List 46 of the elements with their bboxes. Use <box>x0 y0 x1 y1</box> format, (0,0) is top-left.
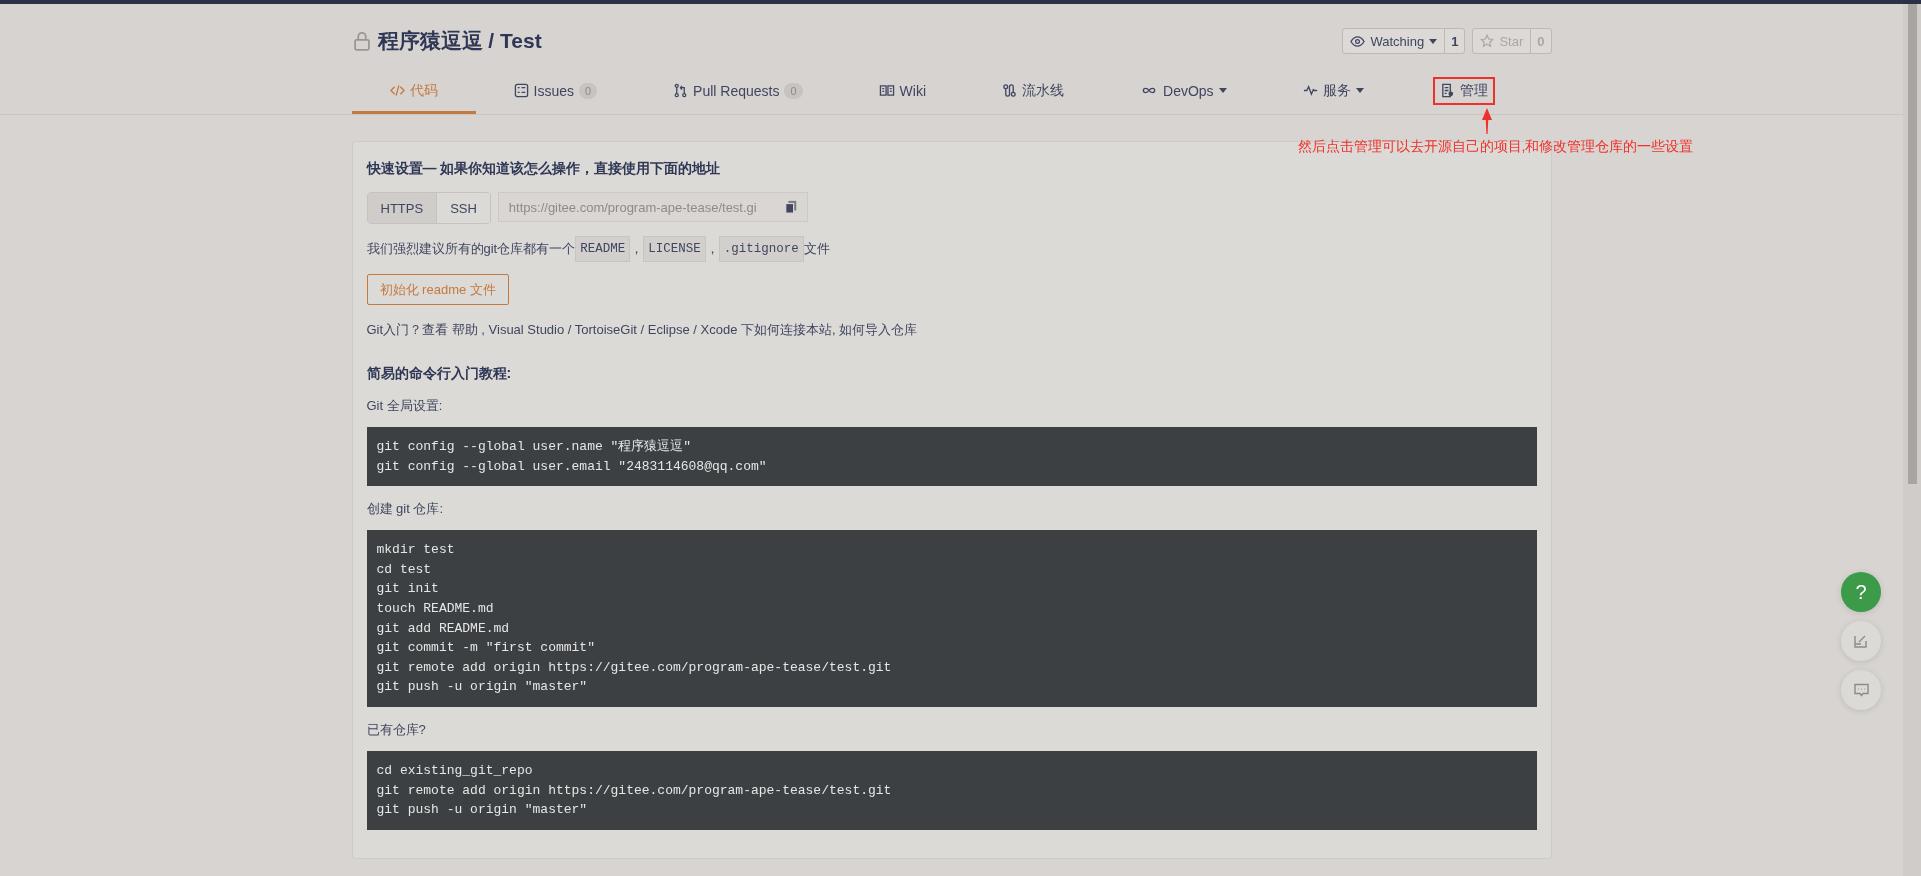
nav-tab[interactable]: DevOps <box>1102 70 1265 114</box>
watch-button[interactable]: Watching <box>1343 29 1445 53</box>
recommendation-text: 我们强烈建议所有的git仓库都有一个 <box>366 240 576 258</box>
section-heading: 快速设置— 如果你知道该怎么操作，直接使用下面的地址 <box>366 160 722 178</box>
edit-icon <box>1853 633 1869 649</box>
recommendation-text: 文件 <box>803 240 830 258</box>
book-icon <box>878 83 895 98</box>
chat-button[interactable] <box>1841 670 1881 710</box>
nav-tab[interactable]: Wiki <box>840 70 965 114</box>
annotation-frame: 管理 <box>1432 76 1495 105</box>
scrollbar-thumb[interactable] <box>1907 4 1917 484</box>
pull-request-icon <box>673 83 689 98</box>
feedback-button[interactable] <box>1841 621 1881 661</box>
annotation-arrow <box>1481 108 1492 134</box>
recommendation-text: ， <box>705 240 719 258</box>
protocol-tab[interactable]: HTTPS <box>367 193 437 223</box>
chat-icon <box>1852 682 1870 698</box>
file-name: .gitignore <box>718 236 804 262</box>
code-block: cd existing_git_repo git remote add origin https://gitee.com/program-ape-tease/test.git git push -u origin "master" <box>366 750 1537 830</box>
code-block: mkdir test cd test git init touch README.md git add README.md git commit -m "first commit" git remote add origin https://gitee.com/program-ape-tease/test.git git push -u origin "master" <box>366 530 1537 707</box>
help-button[interactable]: ? <box>1841 572 1881 612</box>
watch-count[interactable]: 1 <box>1444 29 1465 53</box>
file-name: README <box>575 236 631 262</box>
step-label: Git 全局设置: <box>366 397 444 415</box>
star-icon <box>1480 34 1495 48</box>
code-block: git config --global user.name "程序猿逗逗" git config --global user.email "2483114608@qq.com" <box>366 427 1537 487</box>
section-heading: 简易的命令行入门教程: <box>366 365 513 383</box>
repo-title: 程序猿逗逗 / Test <box>377 28 542 54</box>
annotation-text: 然后点击管理可以去开源自己的项目,和修改管理仓库的一些设置 <box>1297 138 1694 156</box>
nav-tab[interactable]: 流水线 <box>964 70 1103 114</box>
code-icon <box>389 83 405 98</box>
step-label: 已有仓库? <box>366 720 427 739</box>
file-name: LICENSE <box>643 236 706 262</box>
caret-icon <box>1429 38 1438 44</box>
nav-tab[interactable]: 管理 <box>1401 70 1526 114</box>
recommendation-text: ， <box>630 240 644 258</box>
nav-tab[interactable]: 服务 <box>1264 70 1402 114</box>
eye-icon <box>1350 33 1366 49</box>
document-settings-icon <box>1439 83 1455 98</box>
step-label: 创建 git 仓库: <box>366 500 445 519</box>
pulse-icon <box>1302 83 1318 98</box>
pipeline-icon <box>1002 83 1018 98</box>
help-text: Git入门？查看 帮助 , Visual Studio / TortoiseGit / Eclipse / Xcode 下如何连接本站, 如何导入仓库 <box>366 321 919 339</box>
protocol-tab[interactable]: SSH <box>436 193 490 223</box>
checklist-icon <box>513 83 529 98</box>
copy-icon <box>783 200 798 214</box>
